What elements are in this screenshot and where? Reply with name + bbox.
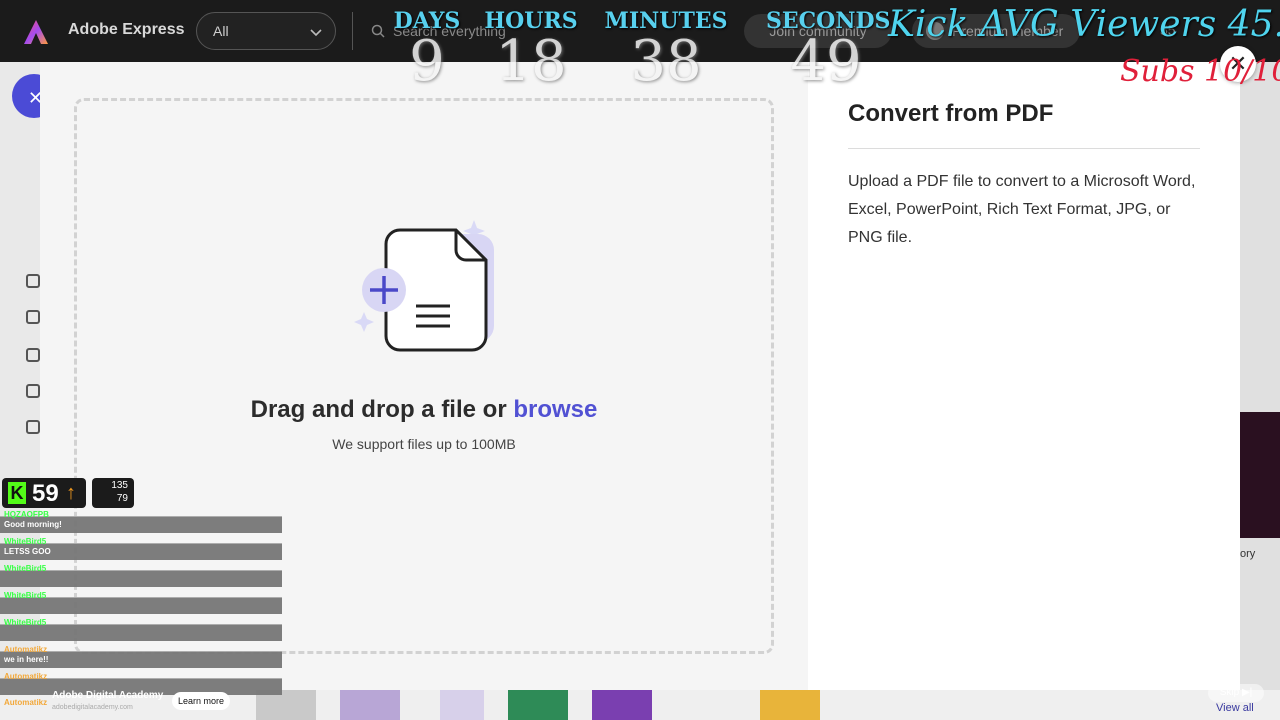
kick-viewer-badge: K 59 ↑ [2, 478, 86, 508]
kick-viewer-count: 59 [32, 480, 59, 507]
learn-more-button[interactable]: Learn more [172, 692, 230, 710]
modal-description: Upload a PDF file to convert to a Micros… [848, 173, 1196, 246]
countdown-hours: HOURS 18 [466, 8, 596, 90]
search-scope-select[interactable]: All [196, 12, 336, 50]
chat-user: WhiteBird5 [4, 618, 47, 627]
chat-user: Automatikz [4, 672, 48, 681]
chat-message: WhiteBird5 [4, 591, 46, 600]
chat-message: Automatikz [4, 698, 47, 707]
chat-message: Automatikz [4, 672, 47, 681]
chat-message: WhiteBird5 [4, 564, 46, 573]
stat-value: 79 [116, 493, 128, 504]
chat-text: Good morning! [4, 520, 62, 529]
chat-message: Automatikz we in here!! [4, 645, 48, 664]
sidebar-icon [26, 420, 40, 434]
convert-pdf-modal: Drag and drop a file or browse We suppor… [40, 46, 1256, 690]
drop-instructions: Drag and drop a file or browse [40, 396, 808, 424]
app-title[interactable]: Adobe Express [68, 21, 184, 39]
drop-title-text: Drag and drop a file or [250, 396, 514, 423]
background-thumbnail [1240, 412, 1280, 538]
chat-message: WhiteBird5 LETSS GOO [4, 537, 51, 556]
chat-user: Automatikz [4, 645, 48, 654]
countdown-seconds: SECONDS 49 [766, 8, 890, 94]
kick-logo-icon: K [8, 482, 26, 504]
chat-message: WhiteBird5 [4, 618, 46, 627]
sidebar-icon [26, 310, 40, 324]
countdown-value: 38 [630, 29, 702, 94]
ad-banner: Adobe Digital Academy adobedigitalacadem… [50, 688, 238, 716]
chat-user: WhiteBird5 [4, 537, 47, 546]
chat-user: WhiteBird5 [4, 591, 47, 600]
stat-value: 135 [111, 480, 128, 491]
sidebar-icon [26, 348, 40, 362]
chat-message: HQZAOFPB Good morning! [4, 510, 62, 529]
background-right-panel: ory [1240, 62, 1280, 690]
countdown-minutes: MINUTES 38 [604, 8, 728, 90]
sidebar-icon [26, 274, 40, 288]
chat-user: Automatikz [4, 698, 48, 707]
divider [848, 148, 1200, 149]
countdown-value: 49 [790, 29, 862, 94]
countdown-value: 18 [495, 29, 567, 94]
ad-title: Adobe Digital Academy [52, 690, 164, 701]
file-upload-icon [354, 220, 494, 352]
file-size-note: We support files up to 100MB [332, 436, 516, 452]
thumbnail [340, 690, 400, 720]
view-all-link[interactable]: View all [1216, 702, 1254, 714]
sidebar-icon [26, 384, 40, 398]
search-scope-value: All [213, 23, 229, 39]
chevron-down-icon [310, 29, 322, 37]
subs-overlay: Subs 10/10 [1120, 54, 1280, 89]
browse-link[interactable]: browse [513, 396, 597, 423]
upload-pane: Drag and drop a file or browse We suppor… [40, 62, 808, 690]
modal-title: Convert from PDF [848, 100, 1054, 127]
info-pane: Convert from PDF Upload a PDF file to co… [848, 62, 1200, 690]
background-text: ory [1240, 548, 1256, 560]
adobe-express-logo-icon[interactable] [22, 18, 50, 46]
thumbnail [592, 690, 652, 720]
thumbnail [440, 690, 484, 720]
chat-user: WhiteBird5 [4, 564, 47, 573]
thumbnail [508, 690, 568, 720]
stats-badge: 135 79 [92, 478, 134, 508]
chat-text: we in here!! [4, 655, 49, 664]
arrow-up-icon: ↑ [66, 482, 76, 504]
chat-user: HQZAOFPB [4, 510, 49, 519]
viewer-count-overlay: Kick AVG Viewers 45.29 [888, 4, 1280, 45]
ad-subtitle: adobedigitalacademy.com [52, 704, 133, 711]
thumbnail [760, 690, 820, 720]
chat-text: LETSS GOO [4, 547, 51, 556]
skip-button[interactable]: Skip ▶| [1208, 684, 1264, 702]
